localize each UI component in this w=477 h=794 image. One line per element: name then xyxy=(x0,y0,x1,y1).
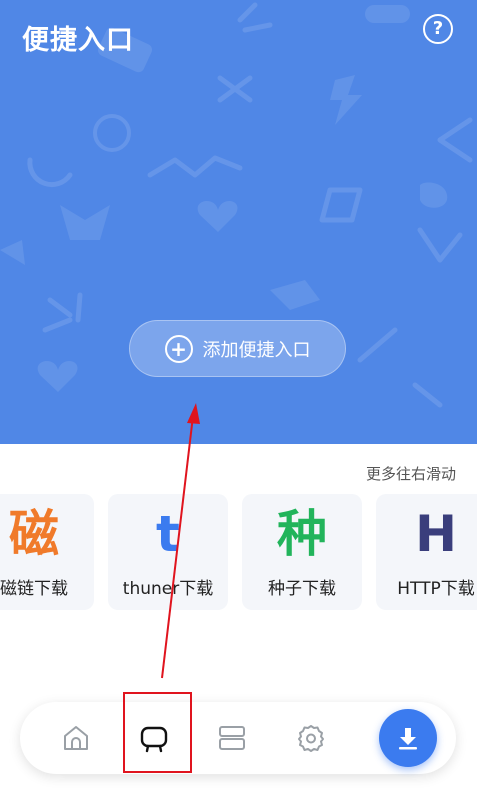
card-http-download[interactable]: H HTTP下载 xyxy=(376,494,477,610)
download-button[interactable] xyxy=(379,709,437,767)
http-icon: H xyxy=(415,505,457,563)
background-pattern xyxy=(0,2,473,408)
layout-icon[interactable] xyxy=(213,719,251,757)
home-icon[interactable] xyxy=(57,719,95,757)
thunder-icon: t xyxy=(156,505,180,563)
download-icon xyxy=(399,728,417,750)
card-torrent-download[interactable]: 种 种子下载 xyxy=(242,494,362,610)
card-label: thuner下载 xyxy=(122,579,214,599)
page-title: 便捷入口 xyxy=(22,25,134,56)
add-shortcut-button[interactable]: + 添加便捷入口 xyxy=(129,320,346,377)
card-label: 磁链下载 xyxy=(0,579,68,599)
help-icon[interactable]: ? xyxy=(423,14,453,44)
card-thunder-download[interactable]: t thuner下载 xyxy=(108,494,228,610)
shortcut-cards: 磁 磁链下载 t thuner下载 种 种子下载 H HTTP下载 xyxy=(0,494,477,612)
highlight-box xyxy=(123,692,192,773)
card-magnet-download[interactable]: 磁 磁链下载 xyxy=(0,494,94,610)
plus-circle-icon: + xyxy=(164,334,193,363)
magnet-icon: 磁 xyxy=(9,505,59,563)
bottom-nav xyxy=(20,702,456,774)
torrent-icon: 种 xyxy=(277,505,327,563)
card-label: 种子下载 xyxy=(268,579,336,599)
gear-icon[interactable] xyxy=(292,719,330,757)
hero-banner: 便捷入口 ? + 添加便捷入口 xyxy=(0,0,477,444)
scroll-hint: 更多往右滑动 xyxy=(366,465,457,483)
card-label: HTTP下载 xyxy=(397,579,475,599)
add-shortcut-label: 添加便捷入口 xyxy=(202,339,311,361)
